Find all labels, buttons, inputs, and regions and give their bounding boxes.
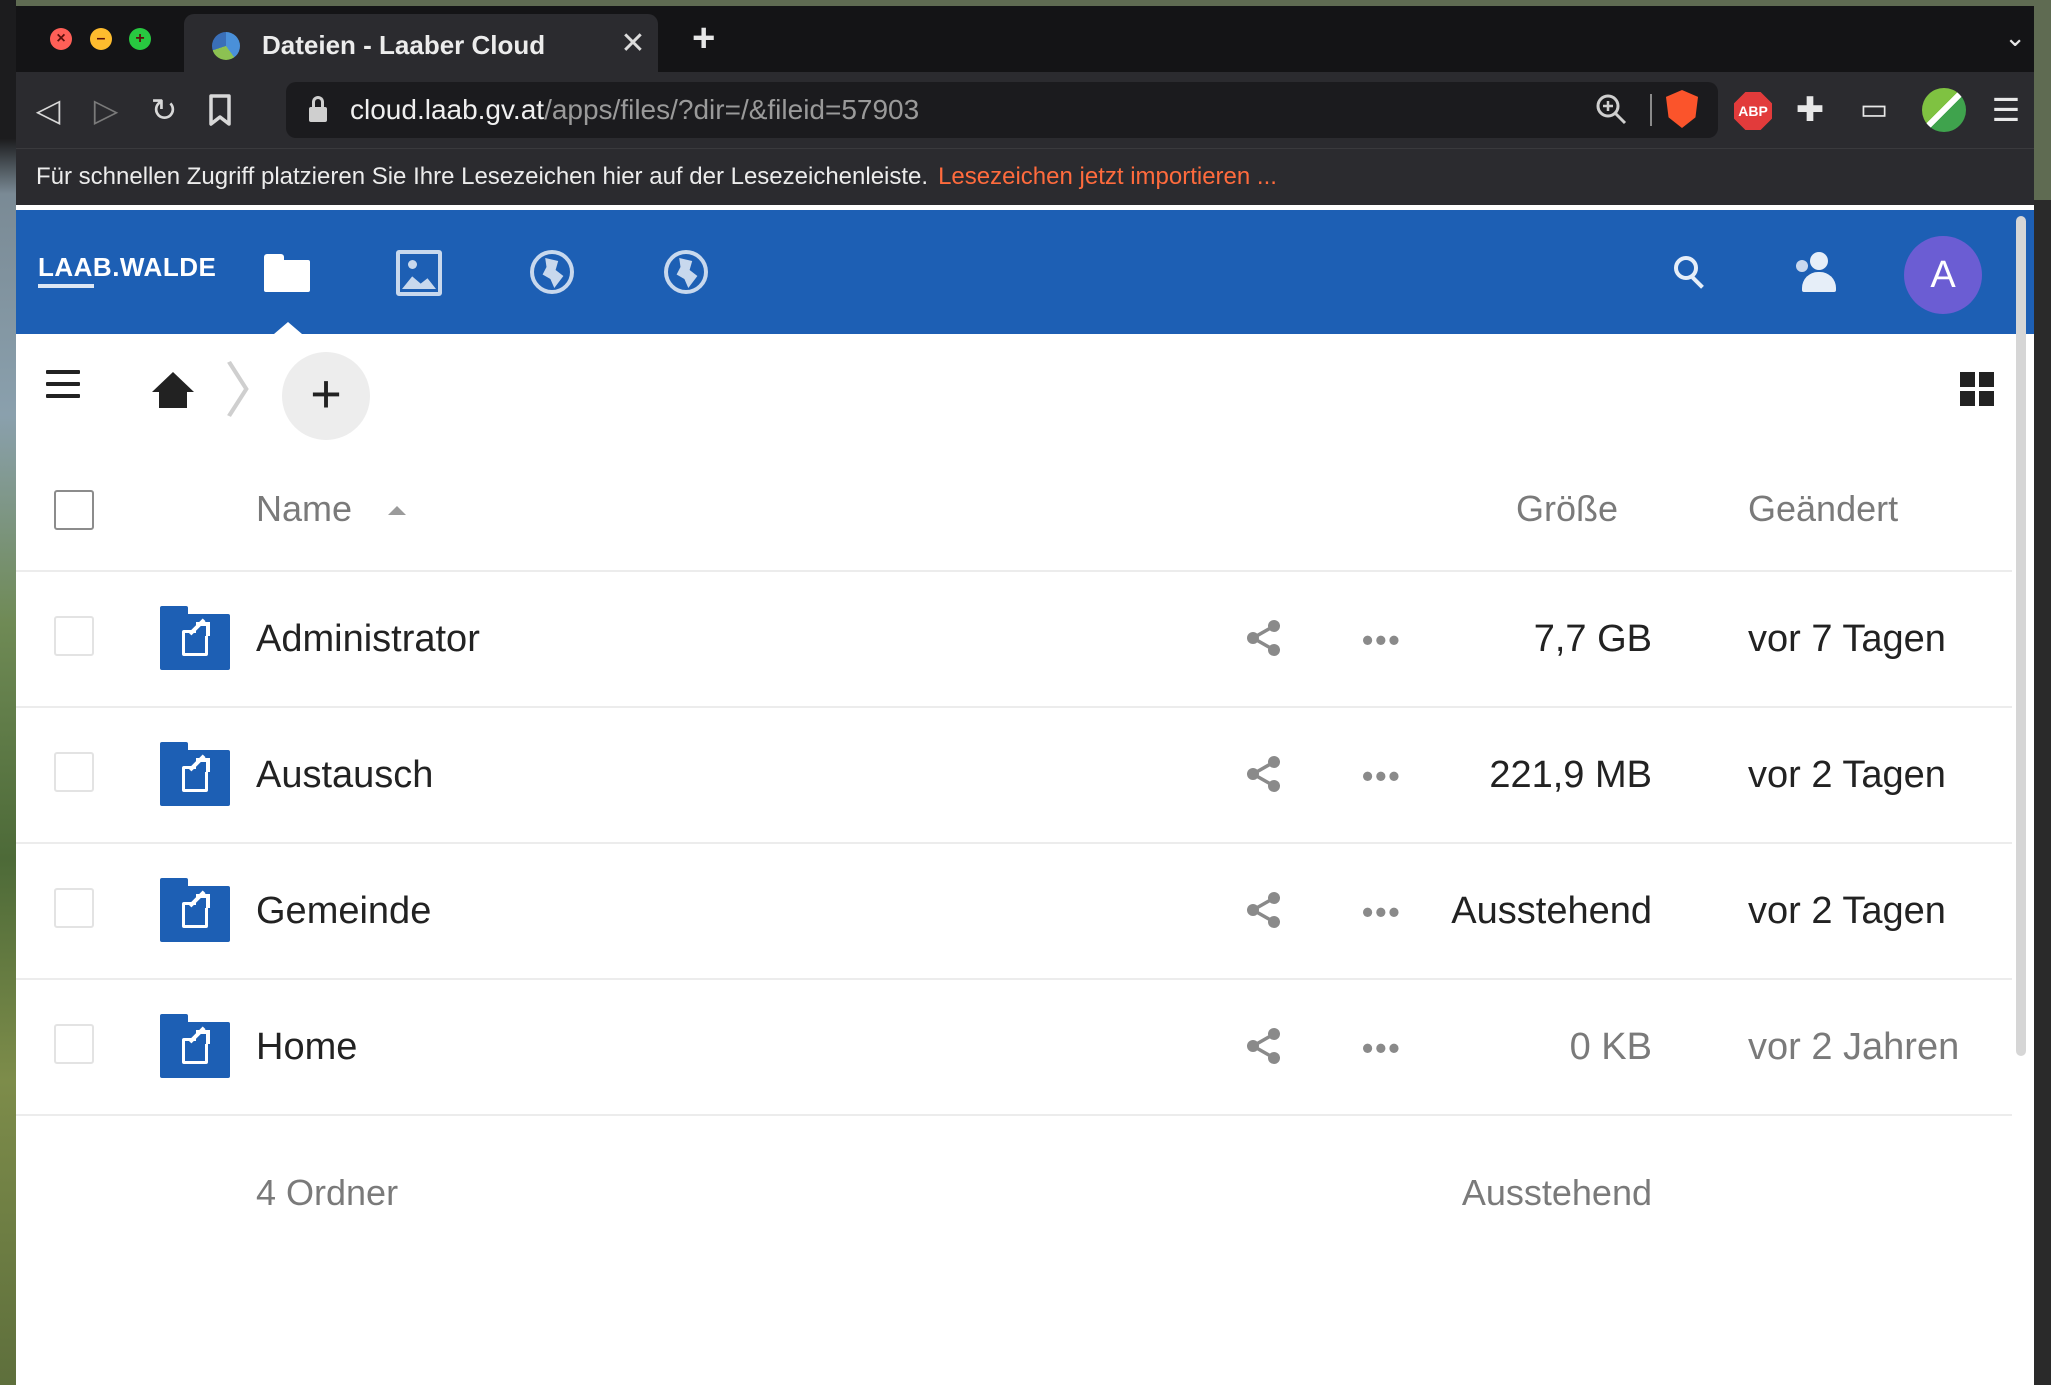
file-name[interactable]: Administrator (256, 618, 480, 661)
select-all-checkbox[interactable] (54, 490, 94, 530)
file-modified: vor 2 Jahren (1748, 1026, 1960, 1068)
file-name[interactable]: Gemeinde (256, 890, 431, 933)
external-folder-icon[interactable] (160, 1014, 230, 1078)
navigation-bar: ◁ ▷ ↻ cloud.laab.gv.at/apps/files/?dir=/… (16, 72, 2034, 148)
window-close-button[interactable]: × (50, 28, 72, 50)
table-row[interactable]: Administrator ••• 7,7 GB vor 7 Tagen (16, 572, 2012, 708)
file-list-header: Name Größe Geändert (16, 444, 2012, 572)
files-controls-bar: 〉 + (16, 334, 2034, 444)
share-icon[interactable] (1244, 1026, 1284, 1066)
forward-arrow-icon[interactable]: ▷ (88, 90, 124, 130)
more-actions-icon[interactable]: ••• (1362, 1030, 1402, 1067)
file-name[interactable]: Austausch (256, 754, 433, 797)
file-list-summary: 4 Ordner Ausstehend (16, 1116, 2012, 1276)
reload-icon[interactable]: ↻ (146, 90, 182, 130)
logo[interactable]: LAAB.WALDE (38, 252, 216, 283)
window-maximize-button[interactable]: + (129, 28, 151, 50)
adblock-plus-icon[interactable]: ABP (1734, 92, 1772, 130)
brave-shields-icon[interactable] (1666, 90, 1698, 128)
file-modified: vor 2 Tagen (1748, 890, 1946, 932)
zoom-icon[interactable] (1594, 92, 1628, 126)
files-app-folder-icon[interactable] (264, 250, 310, 296)
file-list: Name Größe Geändert Administrator ••• 7,… (16, 444, 2012, 1276)
new-tab-button[interactable]: + (692, 16, 715, 61)
column-header-size[interactable]: Größe (1516, 488, 1618, 530)
url-text[interactable]: cloud.laab.gv.at/apps/files/?dir=/&filei… (350, 94, 919, 126)
browser-tab[interactable]: Dateien - Laaber Cloud ✕ (184, 14, 658, 72)
summary-size: Ausstehend (1461, 1172, 1652, 1213)
contacts-icon[interactable] (1794, 252, 1842, 296)
photos-app-image-icon[interactable] (396, 250, 442, 296)
desktop-background-left (0, 0, 16, 1385)
file-modified: vor 7 Tagen (1748, 618, 1946, 660)
active-app-indicator (274, 322, 302, 334)
desktop-background-right (2033, 200, 2051, 1385)
column-header-modified[interactable]: Geändert (1748, 488, 1898, 530)
scrollbar[interactable] (2016, 216, 2026, 1056)
grid-view-icon[interactable] (1960, 372, 1996, 408)
row-checkbox[interactable] (54, 1024, 94, 1064)
breadcrumb-home-icon[interactable] (152, 372, 194, 410)
extensions-puzzle-icon[interactable]: ✚ (1792, 90, 1828, 130)
tab-close-icon[interactable]: ✕ (618, 26, 648, 61)
wallet-icon[interactable]: ▭ (1856, 90, 1892, 130)
breadcrumb-chevron-icon: 〉 (224, 358, 284, 425)
file-modified: vor 2 Tagen (1748, 754, 1946, 796)
more-actions-icon[interactable]: ••• (1362, 894, 1402, 931)
tab-title: Dateien - Laaber Cloud (262, 30, 546, 60)
user-avatar[interactable]: A (1904, 236, 1982, 314)
laaber-cloud-favicon-icon (212, 32, 240, 60)
file-size: 221,9 MB (1489, 754, 1652, 796)
row-checkbox[interactable] (54, 616, 94, 656)
summary-folder-count: 4 Ordner (256, 1172, 399, 1213)
share-icon[interactable] (1244, 754, 1284, 794)
bookmarks-hint: Für schnellen Zugriff platzieren Sie Ihr… (36, 163, 1277, 190)
more-actions-icon[interactable]: ••• (1362, 758, 1402, 795)
more-actions-icon[interactable]: ••• (1362, 622, 1402, 659)
file-name[interactable]: Home (256, 1026, 357, 1069)
share-icon[interactable] (1244, 618, 1284, 658)
row-checkbox[interactable] (54, 752, 94, 792)
row-checkbox[interactable] (54, 888, 94, 928)
external-site-globe-icon[interactable] (664, 250, 708, 294)
profile-icon[interactable] (1922, 88, 1966, 132)
app-header: LAAB.WALDE A (16, 210, 2034, 334)
tab-bar: × – + Dateien - Laaber Cloud ✕ + ⌄ (16, 6, 2034, 72)
address-bar[interactable]: cloud.laab.gv.at/apps/files/?dir=/&filei… (286, 82, 1718, 138)
address-bar-divider (1650, 94, 1652, 126)
share-icon[interactable] (1244, 890, 1284, 930)
import-bookmarks-link[interactable]: Lesezeichen jetzt importieren ... (938, 163, 1277, 190)
table-row[interactable]: Gemeinde ••• Ausstehend vor 2 Tagen (16, 844, 2012, 980)
bookmarks-bar: Für schnellen Zugriff platzieren Sie Ihr… (16, 148, 2034, 205)
navigation-menu-icon[interactable] (46, 370, 80, 406)
logo-underline (38, 284, 94, 288)
table-row[interactable]: Home ••• 0 KB vor 2 Jahren (16, 980, 2012, 1116)
external-folder-icon[interactable] (160, 878, 230, 942)
window-minimize-button[interactable]: – (90, 28, 112, 50)
sort-ascending-icon[interactable] (388, 506, 406, 515)
table-row[interactable]: Austausch ••• 221,9 MB vor 2 Tagen (16, 708, 2012, 844)
back-arrow-icon[interactable]: ◁ (30, 90, 66, 130)
bookmark-icon[interactable] (202, 90, 238, 130)
lock-icon (308, 94, 328, 126)
external-site-globe-icon[interactable] (530, 250, 574, 294)
external-folder-icon[interactable] (160, 742, 230, 806)
file-size: 7,7 GB (1533, 618, 1652, 660)
external-folder-icon[interactable] (160, 606, 230, 670)
search-icon[interactable] (1672, 254, 1712, 294)
browser-window: × – + Dateien - Laaber Cloud ✕ + ⌄ ◁ ▷ ↻… (16, 6, 2034, 1385)
browser-menu-icon[interactable]: ☰ (1988, 90, 2024, 130)
column-header-name[interactable]: Name (256, 488, 352, 530)
file-size: 0 KB (1569, 1026, 1652, 1068)
tab-list-chevron-icon[interactable]: ⌄ (2004, 22, 2026, 53)
new-file-button[interactable]: + (282, 352, 370, 440)
file-size: Ausstehend (1451, 890, 1652, 932)
